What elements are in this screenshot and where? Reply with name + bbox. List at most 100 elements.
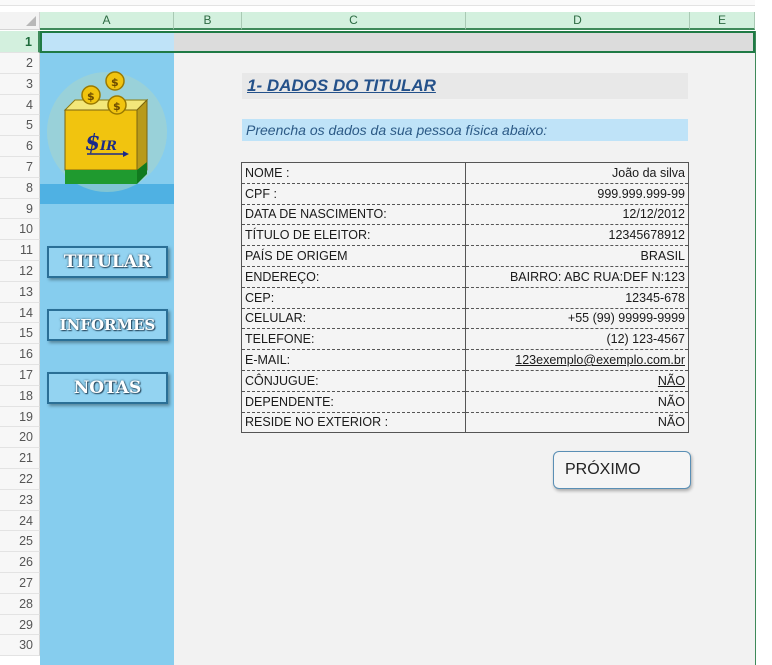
table-row: CELULAR: +55 (99) 99999-9999 (241, 308, 689, 330)
field-value[interactable]: +55 (99) 99999-9999 (465, 308, 689, 330)
section-title: 1- DADOS DO TITULAR (242, 73, 688, 99)
field-value-text: NÃO (657, 415, 685, 430)
row-header[interactable]: 5 (0, 115, 40, 137)
table-row: RESIDE NO EXTERIOR : NÃO (241, 412, 689, 433)
row-header[interactable]: 12 (0, 261, 40, 282)
field-value-text: NÃO (657, 394, 685, 409)
informes-button[interactable]: INFORMES (47, 309, 168, 341)
field-value[interactable]: João da silva (465, 162, 689, 184)
field-value-text: BRASIL (640, 249, 685, 264)
svg-text:$: $ (113, 100, 121, 113)
row-header[interactable]: 23 (0, 489, 40, 511)
column-header-b[interactable]: B (174, 12, 242, 30)
row-header[interactable]: 11 (0, 240, 40, 261)
table-row: CÔNJUGUE: NÃO (241, 370, 689, 392)
field-label: CÔNJUGUE: (241, 370, 466, 392)
table-row: TÍTULO DE ELEITOR: 12345678912 (241, 224, 689, 247)
sheet-right-edge (755, 31, 772, 665)
field-value[interactable]: 12/12/2012 (465, 204, 689, 226)
field-value[interactable]: (12) 123-4567 (465, 328, 689, 351)
row-header[interactable]: 18 (0, 385, 40, 407)
row-header[interactable]: 16 (0, 344, 40, 365)
row-header[interactable]: 10 (0, 219, 40, 241)
field-value[interactable]: NÃO (465, 391, 689, 413)
field-value-text: 123exemplo@exemplo.com.br (515, 353, 685, 368)
field-value[interactable]: NÃO (466, 412, 689, 433)
table-row: CPF : 999.999.999-99 (241, 183, 689, 205)
logo-dollar-text: $ (85, 130, 100, 156)
field-label: TELEFONE: (241, 328, 466, 351)
field-value-text: 12345-678 (625, 290, 685, 305)
table-row: DATA DE NASCIMENTO: 12/12/2012 (241, 204, 689, 226)
field-value[interactable]: BAIRRO: ABC RUA:DEF N:123 (465, 266, 689, 288)
row-header[interactable]: 3 (0, 73, 40, 95)
column-header-a[interactable]: A (40, 12, 174, 30)
field-label: DEPENDENTE: (241, 391, 466, 413)
logo-ir-text: IR (99, 139, 117, 154)
row-header[interactable]: 22 (0, 469, 40, 490)
row-header[interactable]: 9 (0, 198, 40, 220)
table-row: TELEFONE: (12) 123-4567 (241, 328, 689, 351)
row-header[interactable]: 14 (0, 302, 40, 324)
row-header[interactable]: 17 (0, 365, 40, 386)
row-header[interactable]: 4 (0, 94, 40, 116)
field-value-text: João da silva (612, 165, 685, 180)
row-header[interactable]: 24 (0, 510, 40, 532)
row-header[interactable]: 15 (0, 323, 40, 345)
column-header-e[interactable]: E (690, 12, 755, 30)
field-value[interactable]: 123exemplo@exemplo.com.br (465, 349, 689, 371)
field-label: PAÍS DE ORIGEM (241, 245, 466, 267)
field-value-text: (12) 123-4567 (606, 332, 685, 347)
row-header[interactable]: 25 (0, 531, 40, 553)
field-label: RESIDE NO EXTERIOR : (241, 412, 466, 433)
row-header[interactable]: 19 (0, 406, 40, 428)
select-all-corner[interactable] (0, 12, 40, 30)
row-header[interactable]: 13 (0, 281, 40, 303)
field-value[interactable]: 12345-678 (465, 287, 689, 309)
titular-button[interactable]: TITULAR (47, 246, 168, 278)
field-value[interactable]: 999.999.999-99 (465, 183, 689, 205)
field-value[interactable]: BRASIL (465, 245, 689, 267)
field-value[interactable]: NÃO (465, 370, 689, 392)
row-header[interactable]: 7 (0, 157, 40, 178)
row-header[interactable]: 1 (0, 31, 40, 53)
field-label: CEP: (241, 287, 466, 309)
notas-button[interactable]: NOTAS (47, 372, 168, 404)
table-row: ENDEREÇO: BAIRRO: ABC RUA:DEF N:123 (241, 266, 689, 288)
form-instructions: Preencha os dados da sua pessoa física a… (242, 119, 688, 141)
row-header[interactable]: 2 (0, 53, 40, 74)
table-row: PAÍS DE ORIGEM BRASIL (241, 245, 689, 267)
svg-text:$: $ (87, 90, 95, 103)
field-value-text: NÃO (657, 373, 685, 388)
table-row: CEP: 12345-678 (241, 287, 689, 309)
row-header[interactable]: 21 (0, 448, 40, 469)
row-header[interactable]: 30 (0, 635, 40, 657)
row-header[interactable]: 20 (0, 427, 40, 449)
row-header[interactable]: 29 (0, 614, 40, 636)
row-header[interactable]: 6 (0, 136, 40, 157)
svg-text:$: $ (111, 76, 119, 89)
column-header-c[interactable]: C (242, 12, 466, 30)
field-label: CELULAR: (241, 308, 466, 330)
field-label: CPF : (241, 183, 466, 205)
row-header[interactable]: 28 (0, 593, 40, 615)
field-label: TÍTULO DE ELEITOR: (241, 224, 466, 247)
ir-logo-icon: $ IR $ $ $ (47, 71, 167, 192)
field-label: E-MAIL: (241, 349, 466, 371)
selected-row-1[interactable] (40, 31, 755, 53)
row-header[interactable]: 8 (0, 177, 40, 199)
table-row: DEPENDENTE: NÃO (241, 391, 689, 413)
field-label: ENDEREÇO: (241, 266, 466, 288)
table-row: E-MAIL: 123exemplo@exemplo.com.br (241, 349, 689, 371)
field-label: DATA DE NASCIMENTO: (241, 204, 466, 226)
table-row: NOME : João da silva (241, 162, 689, 184)
ribbon-strip (0, 0, 772, 12)
next-button[interactable]: PRÓXIMO (553, 451, 691, 489)
field-value-text: 12345678912 (608, 228, 685, 243)
field-value[interactable]: 12345678912 (465, 224, 689, 247)
field-value-text: 999.999.999-99 (597, 186, 685, 201)
field-value-text: +55 (99) 99999-9999 (567, 311, 685, 326)
row-header[interactable]: 27 (0, 573, 40, 594)
row-header[interactable]: 26 (0, 552, 40, 573)
column-header-d[interactable]: D (466, 12, 690, 30)
